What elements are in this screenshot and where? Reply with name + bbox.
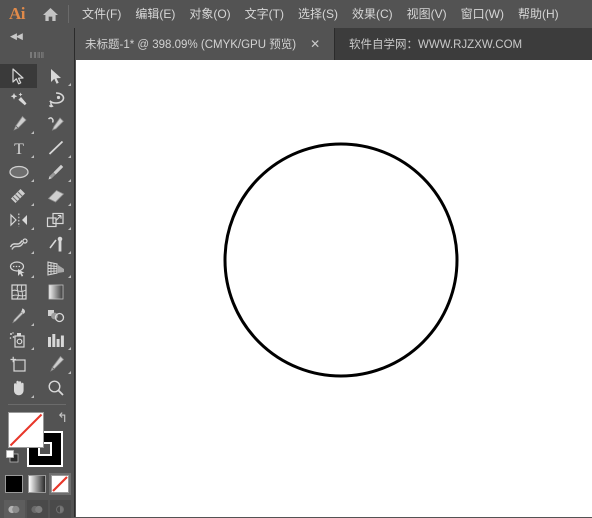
toolbar-grip[interactable]: ‖‖‖‖ xyxy=(0,48,74,62)
direct-selection-tool[interactable] xyxy=(37,64,74,88)
draw-behind-mode[interactable] xyxy=(26,500,48,518)
tool-flyout-indicator xyxy=(31,347,34,350)
tool-flyout-indicator xyxy=(68,83,71,86)
canvas-svg xyxy=(223,142,459,378)
tools-panel: ‖‖‖‖ T ↰ xyxy=(0,51,75,518)
menu-object[interactable]: 对象(O) xyxy=(182,0,237,28)
zoom-tool[interactable] xyxy=(37,376,74,400)
tool-flyout-indicator xyxy=(31,155,34,158)
tool-grid: T xyxy=(0,62,74,400)
tool-flyout-indicator xyxy=(31,131,34,134)
pen-tool[interactable] xyxy=(0,112,37,136)
menu-view[interactable]: 视图(V) xyxy=(400,0,454,28)
tool-flyout-indicator xyxy=(31,275,34,278)
magic-wand-tool[interactable] xyxy=(0,88,37,112)
perspective-grid-tool[interactable] xyxy=(37,256,74,280)
tool-flyout-indicator xyxy=(68,203,71,206)
toolbar-divider xyxy=(8,404,66,405)
tool-flyout-indicator xyxy=(68,371,71,374)
menu-effect[interactable]: 效果(C) xyxy=(345,0,400,28)
tool-flyout-indicator xyxy=(31,323,34,326)
free-transform-tool[interactable] xyxy=(37,232,74,256)
fill-swatch[interactable] xyxy=(8,412,44,448)
menu-bar: Ai 文件(F) 编辑(E) 对象(O) 文字(T) 选择(S) 效果(C) 视… xyxy=(0,0,592,28)
draw-normal-mode[interactable] xyxy=(3,500,25,518)
menu-select[interactable]: 选择(S) xyxy=(291,0,345,28)
lasso-tool[interactable] xyxy=(37,88,74,112)
tool-flyout-indicator xyxy=(68,347,71,350)
tool-flyout-indicator xyxy=(68,251,71,254)
menu-file[interactable]: 文件(F) xyxy=(75,0,128,28)
menu-help[interactable]: 帮助(H) xyxy=(511,0,566,28)
close-icon[interactable]: ✕ xyxy=(310,38,320,50)
curvature-tool[interactable] xyxy=(37,112,74,136)
home-icon[interactable] xyxy=(34,0,66,28)
gradient-tool[interactable] xyxy=(37,280,74,304)
drawing-mode-row xyxy=(0,500,74,518)
menu-window[interactable]: 窗口(W) xyxy=(454,0,511,28)
eyedropper-tool[interactable] xyxy=(0,304,37,328)
eraser-tool[interactable] xyxy=(37,184,74,208)
watermark-area: 软件自学网：WWW.RJZXW.COM xyxy=(335,28,592,60)
artboard-canvas[interactable] xyxy=(76,60,592,517)
tool-flyout-indicator xyxy=(68,179,71,182)
mesh-tool[interactable] xyxy=(0,280,37,304)
shape-builder-tool[interactable] xyxy=(0,256,37,280)
tool-flyout-indicator xyxy=(68,227,71,230)
color-mode-none[interactable] xyxy=(49,473,71,495)
scale-tool[interactable] xyxy=(37,208,74,232)
document-tab-active[interactable]: 未标题-1* @ 398.09% (CMYK/GPU 预览) ✕ xyxy=(75,28,335,60)
illustrator-window: Ai 文件(F) 编辑(E) 对象(O) 文字(T) 选择(S) 效果(C) 视… xyxy=(0,0,592,518)
tool-flyout-indicator xyxy=(31,227,34,230)
artboard-tool[interactable] xyxy=(0,352,37,376)
ellipse-tool[interactable] xyxy=(0,160,37,184)
watermark-text: 软件自学网：WWW.RJZXW.COM xyxy=(349,39,523,51)
tool-flyout-indicator xyxy=(31,179,34,182)
selection-tool[interactable] xyxy=(0,64,37,88)
column-graph-tool[interactable] xyxy=(37,328,74,352)
circle-path[interactable] xyxy=(223,142,459,378)
color-mode-gradient[interactable] xyxy=(28,475,46,493)
color-mode-row xyxy=(0,473,74,495)
document-tab-bar: ◀◀ 未标题-1* @ 398.09% (CMYK/GPU 预览) ✕ 软件自学… xyxy=(0,28,592,60)
default-fill-stroke-icon[interactable] xyxy=(6,450,19,463)
paintbrush-tool[interactable] xyxy=(37,160,74,184)
tool-flyout-indicator xyxy=(68,275,71,278)
none-slash-icon xyxy=(9,413,43,447)
tool-flyout-indicator xyxy=(68,155,71,158)
shaper-tool[interactable] xyxy=(0,184,37,208)
svg-text:T: T xyxy=(14,141,24,157)
line-segment-tool[interactable] xyxy=(37,136,74,160)
grip-dots-icon: ‖‖‖‖ xyxy=(29,50,45,60)
width-tool[interactable] xyxy=(0,232,37,256)
menu-type[interactable]: 文字(T) xyxy=(238,0,291,28)
tool-flyout-indicator xyxy=(31,203,34,206)
menubar-divider xyxy=(68,5,69,23)
menu-edit[interactable]: 编辑(E) xyxy=(128,0,182,28)
document-tab-title: 未标题-1* @ 398.09% (CMYK/GPU 预览) xyxy=(85,39,297,51)
fill-stroke-controls: ↰ xyxy=(0,409,74,471)
blend-tool[interactable] xyxy=(37,304,74,328)
collapse-arrows-icon[interactable]: ◀◀ xyxy=(10,31,23,42)
tool-flyout-indicator xyxy=(31,395,34,398)
rotate-tool[interactable] xyxy=(0,208,37,232)
menu-items: 文件(F) 编辑(E) 对象(O) 文字(T) 选择(S) 效果(C) 视图(V… xyxy=(75,0,566,28)
symbol-sprayer-tool[interactable] xyxy=(0,328,37,352)
draw-inside-mode[interactable] xyxy=(49,500,71,518)
hand-tool[interactable] xyxy=(0,376,37,400)
type-tool[interactable]: T xyxy=(0,136,37,160)
tool-flyout-indicator xyxy=(31,251,34,254)
swap-fill-stroke-icon[interactable]: ↰ xyxy=(57,410,68,426)
app-logo: Ai xyxy=(9,4,26,23)
slice-tool[interactable] xyxy=(37,352,74,376)
color-mode-solid[interactable] xyxy=(5,475,23,493)
